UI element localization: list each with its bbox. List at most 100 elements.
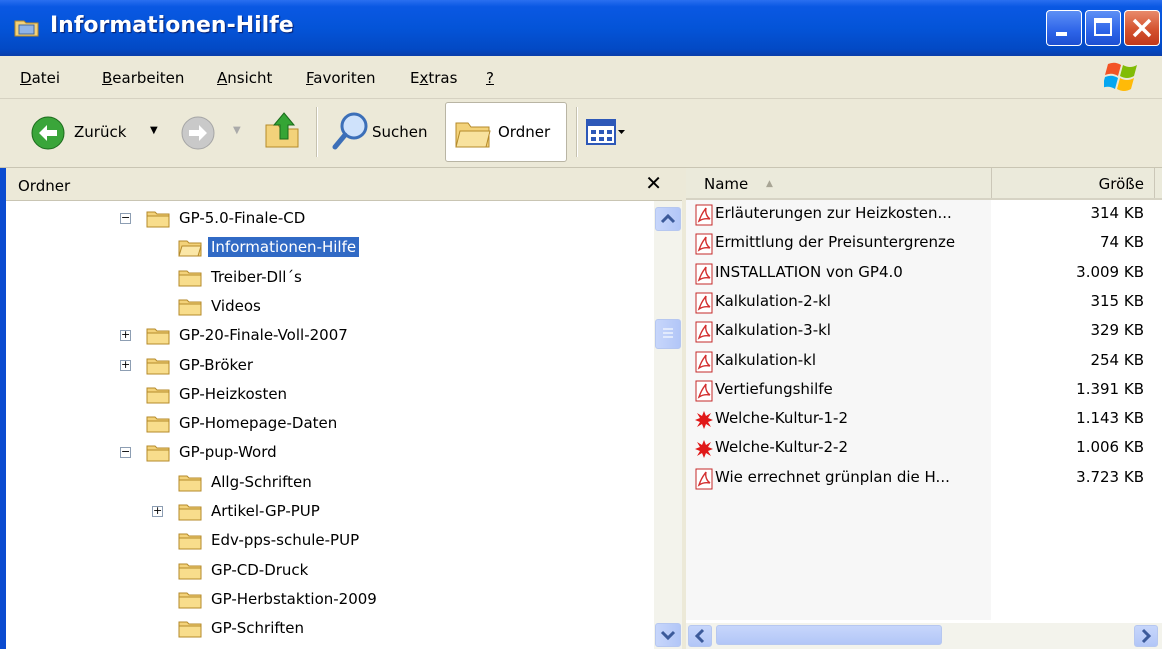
menu-ansicht[interactable]: Ansicht bbox=[217, 69, 272, 87]
window-title: Informationen-Hilfe bbox=[50, 13, 294, 38]
chevron-down-icon bbox=[660, 630, 676, 641]
folders-icon bbox=[455, 122, 491, 148]
file-name: Kalkulation-kl bbox=[715, 350, 817, 369]
folder-tree: − GP-5.0-Finale-CD Informationen-Hilfe Trei… bbox=[6, 201, 652, 649]
tree-item[interactable]: GP-pup-Word bbox=[146, 438, 280, 466]
up-folder-icon[interactable] bbox=[262, 111, 302, 153]
back-arrow-icon bbox=[31, 116, 65, 150]
menu-help[interactable]: ? bbox=[486, 69, 494, 87]
tree-item[interactable]: Allg-Schriften bbox=[178, 468, 315, 496]
file-row[interactable]: Erläuterungen zur Heizkosten... 314 KB bbox=[686, 200, 1162, 229]
folder-window-icon bbox=[14, 20, 39, 37]
file-size: 1.006 KB bbox=[1076, 438, 1144, 457]
back-dropdown-icon[interactable]: ▼ bbox=[150, 125, 158, 136]
title-bar[interactable]: Informationen-Hilfe bbox=[0, 0, 1162, 56]
toolbar-separator bbox=[316, 107, 318, 157]
search-button[interactable]: Suchen bbox=[326, 99, 438, 167]
tree-vertical-scrollbar[interactable] bbox=[654, 201, 682, 649]
chevron-right-icon bbox=[1141, 628, 1152, 644]
pdf-icon bbox=[695, 380, 713, 402]
scroll-up-button[interactable] bbox=[655, 207, 681, 231]
tree-item[interactable]: GP-20-Finale-Voll-2007 bbox=[146, 321, 351, 349]
pdf-icon bbox=[695, 468, 713, 490]
toolbar-separator bbox=[576, 107, 578, 157]
file-size: 254 KB bbox=[1090, 350, 1144, 369]
tree-item[interactable]: Edv-pps-schule-PUP bbox=[178, 526, 362, 554]
tree-item[interactable]: GP-Heizkosten bbox=[146, 380, 290, 408]
menu-extras-rest: tras bbox=[428, 69, 458, 87]
expand-toggle-icon[interactable]: + bbox=[120, 329, 131, 342]
file-row[interactable]: Kalkulation-3-kl 329 KB bbox=[686, 317, 1162, 346]
tree-item[interactable]: Informationen-Hilfe bbox=[178, 233, 360, 261]
file-name: Vertiefungshilfe bbox=[715, 379, 833, 398]
maximize-button[interactable] bbox=[1085, 10, 1121, 46]
folder-icon bbox=[178, 475, 202, 492]
tree-item-label: Videos bbox=[211, 296, 261, 315]
views-icon[interactable] bbox=[586, 119, 626, 147]
file-name: Kalkulation-3-kl bbox=[715, 321, 831, 340]
tree-item-label: GP-Heizkosten bbox=[179, 384, 288, 403]
pdf-icon bbox=[695, 321, 713, 343]
menu-bearbeiten-rest: earbeiten bbox=[112, 69, 185, 87]
splat-icon bbox=[695, 411, 713, 430]
folder-icon bbox=[178, 533, 202, 550]
chevron-left-icon bbox=[694, 628, 705, 644]
menu-bearbeiten[interactable]: Bearbeiten bbox=[102, 69, 184, 87]
folder-icon bbox=[146, 416, 170, 433]
menu-extras[interactable]: Extras bbox=[410, 69, 457, 87]
tree-item-label: GP-Homepage-Daten bbox=[179, 414, 338, 433]
tree-item[interactable]: GP-5.0-Finale-CD bbox=[146, 204, 308, 232]
scroll-right-button[interactable] bbox=[1134, 625, 1158, 647]
file-row[interactable]: Kalkulation-2-kl 315 KB bbox=[686, 288, 1162, 317]
file-row[interactable]: Kalkulation-kl 254 KB bbox=[686, 347, 1162, 376]
maximize-icon bbox=[1094, 18, 1112, 36]
forward-arrow-icon[interactable] bbox=[180, 115, 216, 151]
menu-ansicht-accel: A bbox=[217, 69, 228, 87]
expand-toggle-icon[interactable]: + bbox=[120, 359, 131, 371]
splat-icon bbox=[695, 440, 713, 459]
grip-icon bbox=[663, 328, 673, 338]
file-size: 315 KB bbox=[1090, 291, 1144, 310]
file-row[interactable]: Ermittlung der Preisuntergrenze 74 KB bbox=[686, 229, 1162, 258]
tree-item-label: GP-pup-Word bbox=[179, 443, 277, 462]
back-button[interactable]: Zurück ▼ bbox=[0, 99, 170, 167]
expand-toggle-icon[interactable]: + bbox=[152, 505, 163, 517]
tree-item[interactable]: GP-Schriften bbox=[178, 614, 307, 642]
collapse-toggle-icon[interactable]: − bbox=[120, 212, 131, 224]
chevron-up-icon bbox=[660, 213, 676, 224]
folder-pane-close-icon[interactable]: ✕ bbox=[645, 171, 662, 195]
tree-item[interactable]: Videos bbox=[178, 292, 264, 320]
tree-item[interactable]: GP-Herbstaktion-2009 bbox=[178, 585, 380, 613]
file-row[interactable]: Vertiefungshilfe 1.391 KB bbox=[686, 376, 1162, 405]
menu-datei[interactable]: Datei bbox=[20, 69, 60, 87]
column-name[interactable]: Name ▲ bbox=[686, 168, 992, 198]
collapse-toggle-icon[interactable]: − bbox=[120, 446, 131, 459]
file-row[interactable]: INSTALLATION von GP4.0 3.009 KB bbox=[686, 259, 1162, 288]
folder-icon bbox=[146, 328, 170, 345]
file-row[interactable]: Wie errechnet grünplan die H... 3.723 KB bbox=[686, 464, 1162, 493]
menu-favoriten[interactable]: Favoriten bbox=[306, 69, 375, 87]
scroll-left-button[interactable] bbox=[688, 625, 712, 647]
file-row[interactable]: Welche-Kultur-1-2 1.143 KB bbox=[686, 405, 1162, 434]
scroll-down-button[interactable] bbox=[655, 623, 681, 647]
tree-item[interactable]: Artikel-GP-PUP bbox=[178, 497, 323, 525]
menu-favoriten-rest: avoriten bbox=[313, 69, 376, 87]
search-label: Suchen bbox=[372, 123, 428, 141]
menu-datei-accel: D bbox=[20, 69, 32, 87]
close-button[interactable] bbox=[1124, 10, 1160, 46]
scroll-thumb[interactable] bbox=[655, 319, 681, 349]
tree-item-label: GP-Schriften bbox=[211, 619, 304, 638]
tree-item[interactable]: Treiber-Dll´s bbox=[178, 263, 305, 291]
folders-button[interactable]: Ordner bbox=[445, 102, 567, 162]
file-horizontal-scrollbar[interactable] bbox=[686, 623, 1162, 649]
tree-item[interactable]: GP-CD-Druck bbox=[178, 556, 311, 584]
tree-item[interactable]: GP-Bröker bbox=[146, 351, 256, 379]
menu-bar: Datei Bearbeiten Ansicht Favoriten Extra… bbox=[0, 56, 1162, 99]
file-row[interactable]: Welche-Kultur-2-2 1.006 KB bbox=[686, 434, 1162, 463]
horizontal-scroll-thumb[interactable] bbox=[716, 625, 942, 645]
folder-icon bbox=[178, 592, 202, 609]
minimize-button[interactable] bbox=[1046, 10, 1082, 46]
folder-icon bbox=[146, 387, 170, 404]
tree-item[interactable]: GP-Homepage-Daten bbox=[146, 409, 340, 437]
column-size[interactable]: Größe bbox=[992, 168, 1155, 198]
